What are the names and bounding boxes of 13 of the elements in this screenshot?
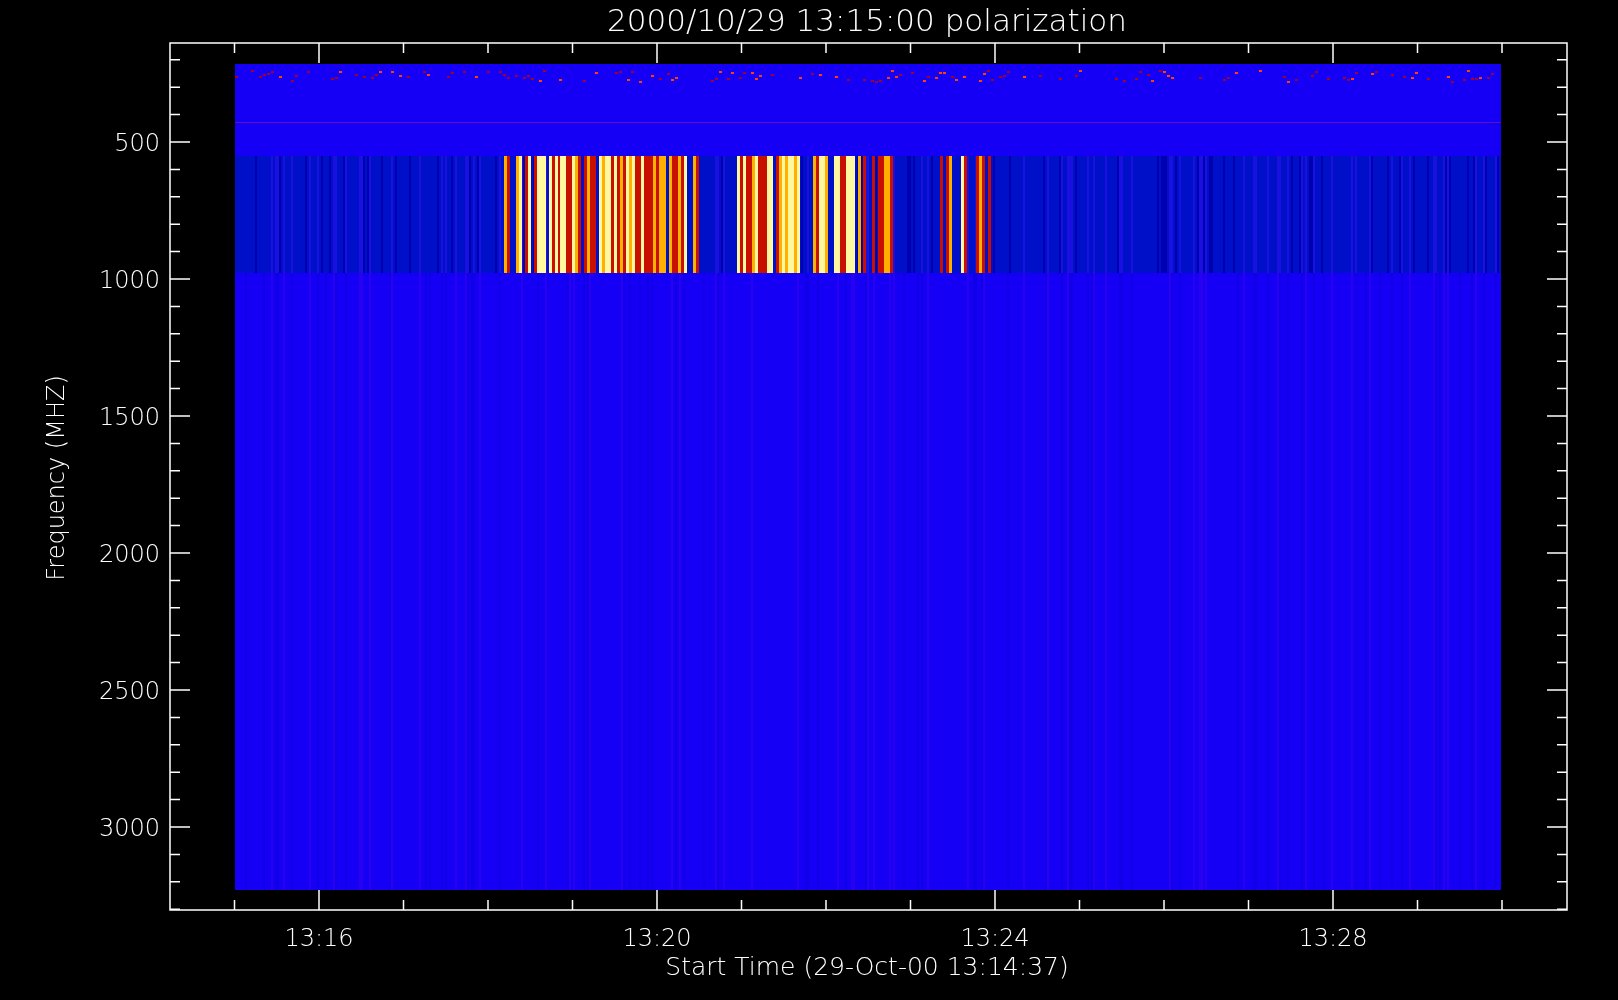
y-tick-label: 3000	[98, 814, 160, 842]
y-tick-label: 1000	[98, 266, 160, 294]
x-tick-label: 13:20	[622, 924, 692, 952]
x-tick-label: 13:24	[960, 924, 1030, 952]
y-tick-label: 2500	[98, 677, 160, 705]
y-axis-label: Frequency (MHZ)	[42, 375, 70, 581]
x-tick-label: 13:16	[284, 924, 354, 952]
y-tick-label: 1500	[98, 403, 160, 431]
y-tick-label: 500	[114, 129, 160, 157]
y-tick-label: 2000	[98, 540, 160, 568]
x-tick-label: 13:28	[1298, 924, 1368, 952]
chart-title: 2000/10/29 13:15:00 polarization	[607, 2, 1127, 38]
x-axis-label: Start Time (29-Oct-00 13:14:37)	[665, 952, 1069, 981]
